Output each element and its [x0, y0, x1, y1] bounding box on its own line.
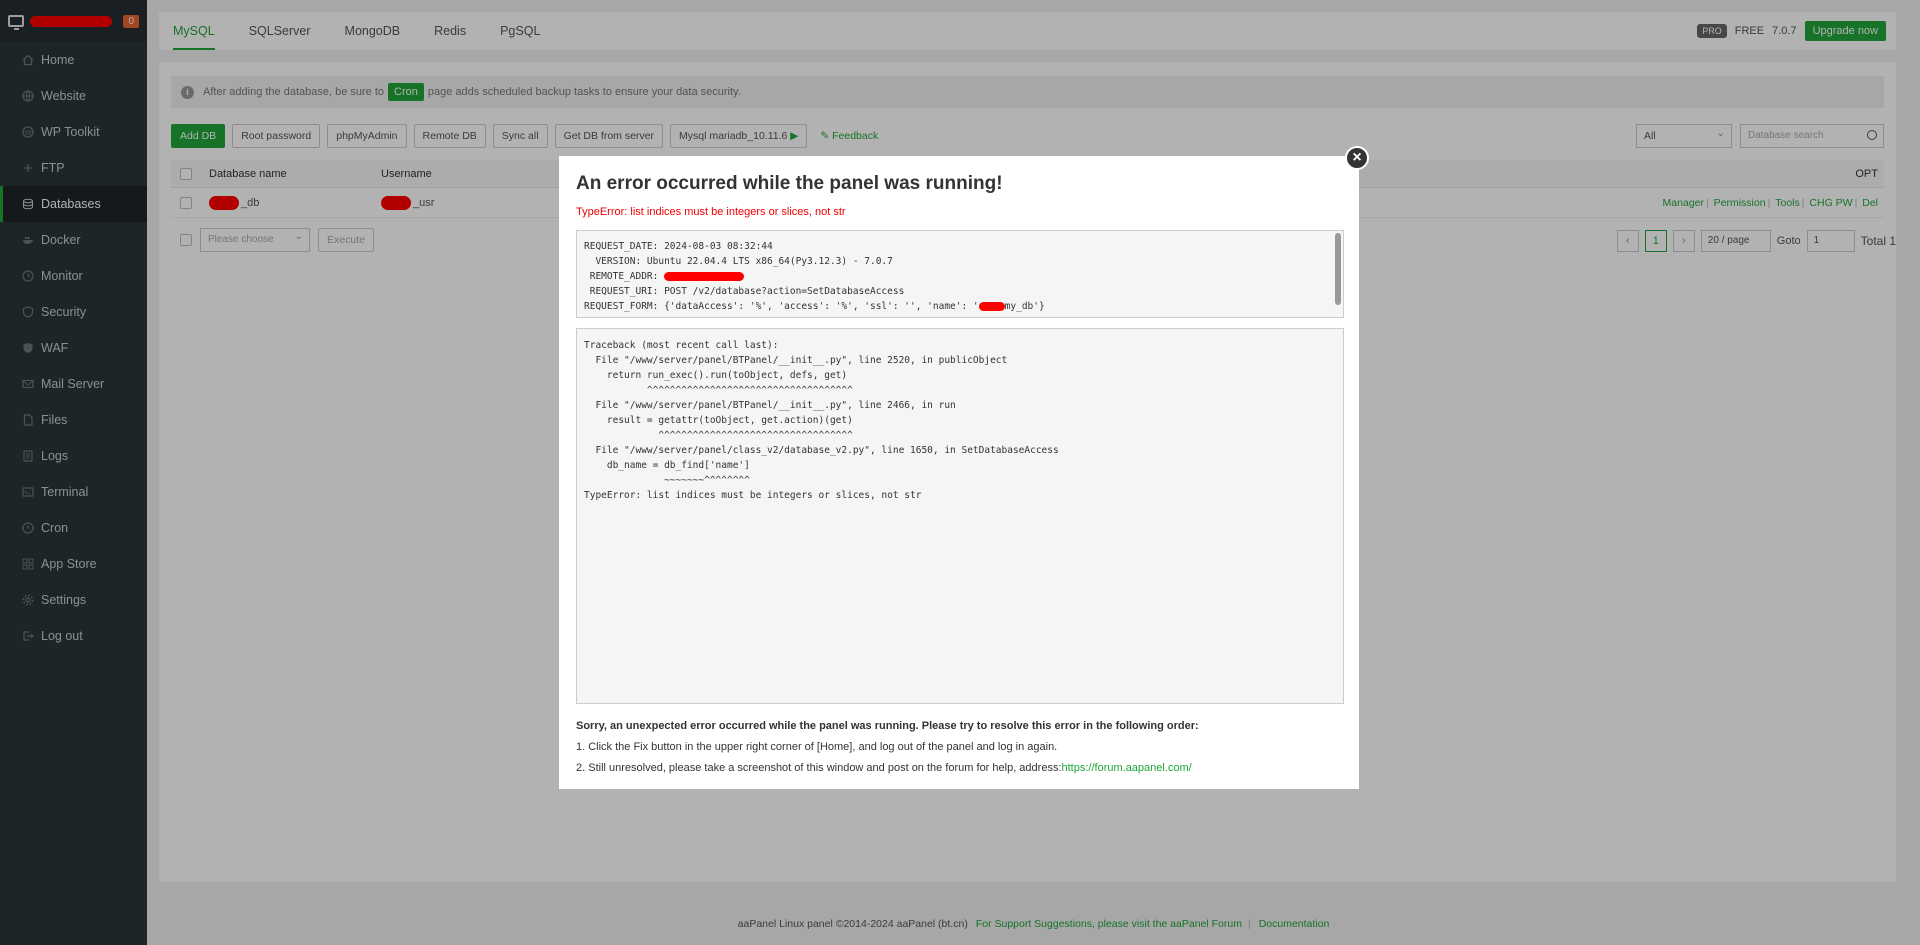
help-step-2: 2. Still unresolved, please take a scree… — [576, 762, 1192, 774]
error-modal: × An error occurred while the panel was … — [559, 146, 1369, 789]
request-form: REQUEST_FORM: {'dataAccess': '%', 'acces… — [584, 299, 1336, 314]
request-remote: REMOTE_ADDR: — [584, 269, 1336, 284]
request-uri: REQUEST_URI: POST /v2/database?action=Se… — [584, 286, 905, 297]
request-info-box[interactable]: REQUEST_DATE: 2024-08-03 08:32:44 VERSIO… — [576, 230, 1344, 318]
redacted-db-prefix — [978, 302, 1005, 311]
scrollbar-thumb[interactable] — [1335, 233, 1341, 305]
traceback-box[interactable]: Traceback (most recent call last): File … — [576, 328, 1344, 704]
close-icon[interactable]: × — [1345, 146, 1369, 170]
modal-title: An error occurred while the panel was ru… — [576, 173, 1003, 194]
request-version: VERSION: Ubuntu 22.04.4 LTS x86_64(Py3.1… — [584, 256, 893, 267]
help-title: Sorry, an unexpected error occurred whil… — [576, 720, 1199, 732]
form-before: REQUEST_FORM: {'dataAccess': '%', 'acces… — [584, 301, 979, 312]
request-date: REQUEST_DATE: 2024-08-03 08:32:44 — [584, 241, 773, 252]
remote-label: REMOTE_ADDR: — [584, 271, 665, 282]
forum-link[interactable]: https://forum.aapanel.com/ — [1062, 762, 1192, 774]
error-summary: TypeError: list indices must be integers… — [576, 206, 846, 218]
redacted-remote-addr — [664, 272, 745, 281]
form-after: my_db'} — [1004, 301, 1045, 312]
help-step-1: 1. Click the Fix button in the upper rig… — [576, 741, 1058, 753]
help-step-2-text: 2. Still unresolved, please take a scree… — [576, 762, 1062, 774]
